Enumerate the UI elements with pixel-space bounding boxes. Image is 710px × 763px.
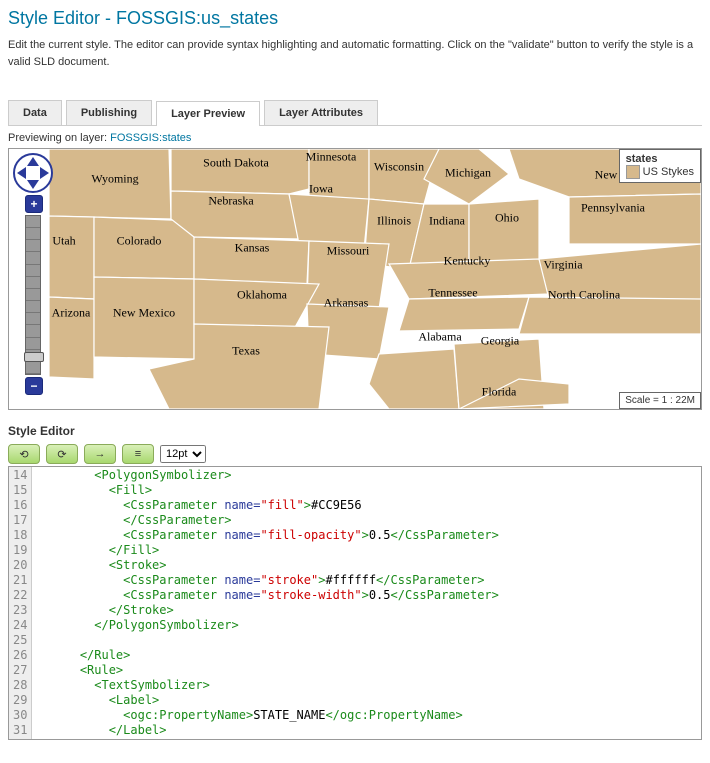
line-gutter: 1415161718192021222324252627282930313233… bbox=[9, 467, 32, 739]
state-label: Texas bbox=[232, 344, 260, 359]
state-label: Pennsylvania bbox=[581, 201, 645, 216]
zoom-out-button[interactable]: − bbox=[25, 377, 43, 395]
page-description: Edit the current style. The editor can p… bbox=[8, 37, 702, 70]
state-label: Missouri bbox=[327, 244, 370, 259]
state-label: Wyoming bbox=[91, 172, 138, 187]
state-label: Utah bbox=[52, 234, 75, 249]
state-label: Florida bbox=[482, 385, 517, 400]
code-area[interactable]: <PolygonSymbolizer> <Fill> <CssParameter… bbox=[32, 467, 502, 739]
state-label: Georgia bbox=[481, 334, 519, 349]
zoom-bar: + − bbox=[25, 195, 41, 395]
pan-control[interactable] bbox=[13, 153, 53, 193]
tab-layer-preview[interactable]: Layer Preview bbox=[156, 101, 260, 126]
zoom-track[interactable] bbox=[25, 215, 41, 375]
state-label: Minnesota bbox=[306, 150, 357, 165]
state-label: New Mexico bbox=[113, 306, 175, 321]
state-label: Tennessee bbox=[428, 286, 477, 301]
editor-toolbar: ⟲ ⟳ → ≡ 12pt bbox=[8, 442, 702, 466]
map-scale: Scale = 1 : 22M bbox=[619, 392, 701, 409]
state-label: Illinois bbox=[377, 214, 411, 229]
format-icon: ≡ bbox=[135, 448, 141, 460]
redo-button[interactable]: ⟳ bbox=[46, 444, 78, 464]
font-size-select[interactable]: 12pt bbox=[160, 445, 206, 463]
state-label: Michigan bbox=[445, 166, 491, 181]
state-label: South Dakota bbox=[203, 156, 269, 171]
previewing-layer-link[interactable]: FOSSGIS:states bbox=[110, 132, 191, 144]
state-label: Indiana bbox=[429, 214, 465, 229]
code-editor[interactable]: 1415161718192021222324252627282930313233… bbox=[8, 466, 702, 740]
map-legend: states US Stykes bbox=[619, 149, 701, 183]
zoom-handle[interactable] bbox=[24, 352, 44, 362]
undo-icon: ⟲ bbox=[19, 448, 28, 461]
state-label: Iowa bbox=[309, 182, 333, 197]
state-label: Kentucky bbox=[444, 254, 491, 269]
map-preview[interactable]: Wyoming South Dakota Minnesota Wisconsin Mic… bbox=[8, 148, 702, 410]
editor-heading: Style Editor bbox=[8, 424, 702, 438]
state-label: Ohio bbox=[495, 211, 519, 226]
state-label: Colorado bbox=[117, 234, 162, 249]
state-label: North Carolina bbox=[548, 288, 620, 303]
state-label: Oklahoma bbox=[237, 288, 287, 303]
tab-layer-attributes[interactable]: Layer Attributes bbox=[264, 100, 378, 125]
state-label: Nebraska bbox=[208, 194, 253, 209]
undo-button[interactable]: ⟲ bbox=[8, 444, 40, 464]
state-label: Arkansas bbox=[324, 296, 369, 311]
goto-icon: → bbox=[95, 448, 106, 460]
goto-button[interactable]: → bbox=[84, 444, 116, 464]
legend-swatch bbox=[626, 165, 640, 179]
redo-icon: ⟳ bbox=[57, 448, 66, 461]
tab-bar: Data Publishing Layer Preview Layer Attr… bbox=[8, 100, 702, 126]
tab-publishing[interactable]: Publishing bbox=[66, 100, 152, 125]
zoom-in-button[interactable]: + bbox=[25, 195, 43, 213]
state-label: Kansas bbox=[235, 241, 270, 256]
state-label: Wisconsin bbox=[374, 160, 424, 175]
previewing-label: Previewing on layer: FOSSGIS:states bbox=[8, 132, 702, 144]
state-label: Arizona bbox=[52, 306, 91, 321]
tab-data[interactable]: Data bbox=[8, 100, 62, 125]
format-button[interactable]: ≡ bbox=[122, 444, 154, 464]
state-label: Virginia bbox=[543, 258, 582, 273]
page-title: Style Editor - FOSSGIS:us_states bbox=[8, 8, 702, 29]
state-label: Alabama bbox=[418, 330, 461, 345]
